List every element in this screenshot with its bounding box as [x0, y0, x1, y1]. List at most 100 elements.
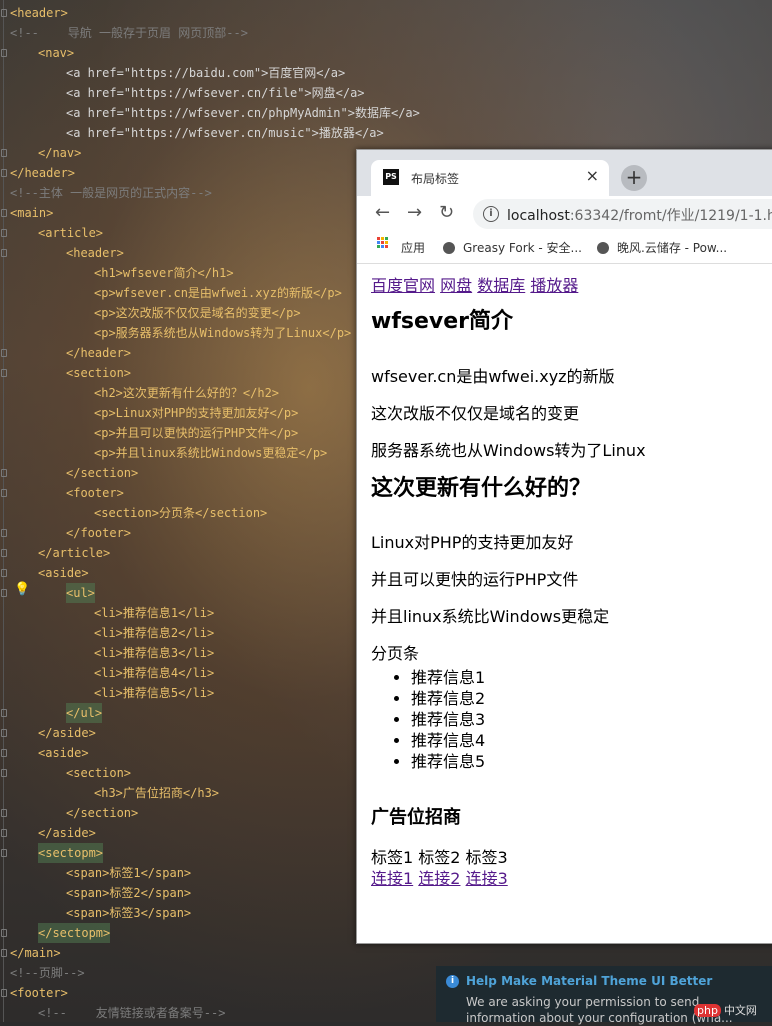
fold-marker-icon[interactable]	[1, 989, 7, 997]
fold-marker-icon[interactable]	[1, 769, 7, 777]
code-line[interactable]: </article>	[38, 543, 110, 563]
fold-marker-icon[interactable]	[1, 749, 7, 757]
code-line[interactable]: </header>	[66, 343, 131, 363]
nav-link-database[interactable]: 数据库	[477, 276, 525, 295]
tab-title: 布局标签	[411, 172, 460, 186]
info-icon[interactable]: i	[483, 206, 499, 222]
new-tab-button[interactable]: +	[621, 165, 647, 191]
code-line[interactable]: <sectopm>	[38, 843, 104, 863]
code-line[interactable]: <p>服务器系统也从Windows转为了Linux</p>	[94, 323, 351, 343]
recommend-list: 推荐信息1 推荐信息2 推荐信息3 推荐信息4 推荐信息5	[371, 667, 485, 772]
fold-marker-icon[interactable]	[1, 529, 7, 537]
fold-marker-icon[interactable]	[1, 229, 7, 237]
url-path: :63342/fromt/作业/1219/1-1.htm	[569, 208, 772, 224]
fold-marker-icon[interactable]	[1, 469, 7, 477]
code-line[interactable]: <footer>	[66, 483, 124, 503]
code-line[interactable]: <header>	[10, 3, 68, 23]
code-line[interactable]: <h3>广告位招商</h3>	[94, 783, 219, 803]
code-line[interactable]: <section>	[66, 763, 131, 783]
fold-marker-icon[interactable]	[1, 169, 7, 177]
code-line[interactable]: <li>推荐信息5</li>	[94, 683, 214, 703]
lightbulb-icon[interactable]: 💡	[14, 582, 30, 597]
code-line[interactable]: <header>	[66, 243, 124, 263]
fold-marker-icon[interactable]	[1, 949, 7, 957]
nav-link-music[interactable]: 播放器	[530, 276, 578, 295]
fold-marker-icon[interactable]	[1, 249, 7, 257]
code-line[interactable]: <!--主体 一般是网页的正式内容-->	[10, 183, 212, 203]
code-line[interactable]: <span>标签1</span>	[66, 863, 191, 883]
code-line[interactable]: </section>	[66, 803, 138, 823]
code-line[interactable]: </ul>	[66, 703, 103, 723]
url-text[interactable]: localhost:63342/fromt/作业/1219/1-1.htm	[507, 205, 772, 225]
bookmark-wanfeng[interactable]: 晚风.云储存 - Pow...	[597, 239, 727, 256]
code-line[interactable]: </section>	[66, 463, 138, 483]
code-line[interactable]: <!-- 友情链接或者备案号-->	[38, 1003, 225, 1023]
code-line[interactable]: <section>	[66, 363, 131, 383]
fold-marker-icon[interactable]	[1, 349, 7, 357]
code-line[interactable]: <li>推荐信息4</li>	[94, 663, 214, 683]
code-line[interactable]: <p>wfsever.cn是由wfwei.xyz的新版</p>	[94, 283, 342, 303]
code-line[interactable]: <section>分页条</section>	[94, 503, 267, 523]
link-3[interactable]: 连接3	[466, 869, 508, 888]
bookmark-greasyfork[interactable]: Greasy Fork - 安全...	[443, 239, 582, 256]
fold-marker-icon[interactable]	[1, 709, 7, 717]
code-line[interactable]: <nav>	[38, 43, 74, 63]
fold-marker-icon[interactable]	[1, 829, 7, 837]
code-line[interactable]: <a href="https://wfsever.cn/phpMyAdmin">…	[66, 103, 420, 123]
tab-active[interactable]: PS 布局标签 ×	[371, 160, 609, 196]
code-line[interactable]: <aside>	[38, 563, 89, 583]
code-line[interactable]: <a href="https://wfsever.cn/music">播放器</…	[66, 123, 384, 143]
fold-marker-icon[interactable]	[1, 929, 7, 937]
code-line[interactable]: <p>并且可以更快的运行PHP文件</p>	[94, 423, 298, 443]
address-bar[interactable]: i localhost:63342/fromt/作业/1219/1-1.htm	[473, 199, 772, 229]
code-line[interactable]: <!-- 导航 一般存于页眉 网页顶部-->	[10, 23, 248, 43]
code-line[interactable]: <a href="https://baidu.com">百度官网</a>	[66, 63, 345, 83]
code-line[interactable]: </sectopm>	[38, 923, 111, 943]
fold-marker-icon[interactable]	[1, 569, 7, 577]
code-line[interactable]: <span>标签3</span>	[66, 903, 191, 923]
code-line[interactable]: </aside>	[38, 823, 96, 843]
code-line[interactable]: <aside>	[38, 743, 89, 763]
fold-marker-icon[interactable]	[1, 9, 7, 17]
code-line[interactable]: </header>	[10, 163, 75, 183]
code-line[interactable]: <li>推荐信息2</li>	[94, 623, 214, 643]
fold-marker-icon[interactable]	[1, 209, 7, 217]
code-line[interactable]: </footer>	[66, 523, 131, 543]
code-line[interactable]: <h2>这次更新有什么好的？</h2>	[94, 383, 279, 403]
reload-icon[interactable]: ↻	[439, 202, 454, 223]
code-line[interactable]: <li>推荐信息3</li>	[94, 643, 214, 663]
apps-grid-icon[interactable]	[377, 237, 389, 249]
code-line[interactable]: </aside>	[38, 723, 96, 743]
nav-link-baidu[interactable]: 百度官网	[371, 276, 435, 295]
code-line[interactable]: <article>	[38, 223, 103, 243]
code-line[interactable]: <footer>	[10, 983, 68, 1003]
forward-icon[interactable]: →	[407, 202, 422, 223]
code-line[interactable]: </main>	[10, 943, 61, 963]
code-line[interactable]: <main>	[10, 203, 53, 223]
bookmark-apps[interactable]: 应用	[401, 239, 425, 256]
fold-marker-icon[interactable]	[1, 49, 7, 57]
code-line[interactable]: <h1>wfsever简介</h1>	[94, 263, 234, 283]
code-line[interactable]: <li>推荐信息1</li>	[94, 603, 214, 623]
close-icon[interactable]: ×	[586, 166, 599, 185]
code-line[interactable]: <a href="https://wfsever.cn/file">网盘</a>	[66, 83, 365, 103]
fold-marker-icon[interactable]	[1, 809, 7, 817]
nav-link-file[interactable]: 网盘	[440, 276, 472, 295]
link-1[interactable]: 连接1	[371, 869, 413, 888]
code-line[interactable]: <!--页脚-->	[10, 963, 85, 983]
code-line[interactable]: </nav>	[38, 143, 81, 163]
code-line[interactable]: <p>并且linux系统比Windows更稳定</p>	[94, 443, 327, 463]
link-2[interactable]: 连接2	[418, 869, 460, 888]
fold-marker-icon[interactable]	[1, 849, 7, 857]
back-icon[interactable]: ←	[375, 202, 390, 223]
fold-marker-icon[interactable]	[1, 729, 7, 737]
fold-marker-icon[interactable]	[1, 589, 7, 597]
fold-marker-icon[interactable]	[1, 489, 7, 497]
code-line[interactable]: <p>这次改版不仅仅是域名的变更</p>	[94, 303, 301, 323]
code-line[interactable]: <ul>	[66, 583, 95, 603]
fold-marker-icon[interactable]	[1, 549, 7, 557]
code-line[interactable]: <span>标签2</span>	[66, 883, 191, 903]
fold-marker-icon[interactable]	[1, 369, 7, 377]
code-line[interactable]: <p>Linux对PHP的支持更加友好</p>	[94, 403, 298, 423]
fold-marker-icon[interactable]	[1, 149, 7, 157]
